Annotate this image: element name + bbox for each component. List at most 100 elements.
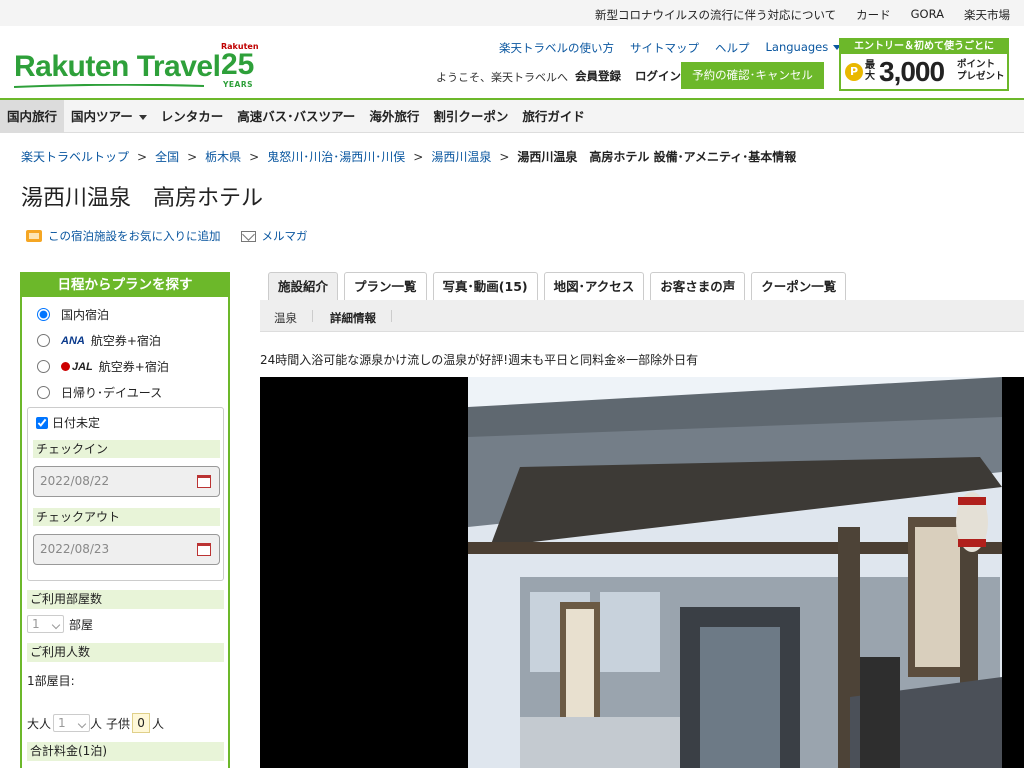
rooms-row: 1 部屋 [27,615,93,633]
breadcrumb-item-top[interactable]: 楽天トラベルトップ [21,150,129,164]
howto-link[interactable]: 楽天トラベルの使い方 [499,40,614,56]
nav-rentacar[interactable]: レンタカー [154,100,231,133]
chevron-down-icon [138,115,147,120]
sitemap-link[interactable]: サイトマップ [630,40,699,56]
add-favorite-label: この宿泊施設をお気に入りに追加 [48,229,221,243]
site-logo[interactable]: Rakuten Travel [14,50,221,84]
breadcrumb-item-onsen[interactable]: 湯西川温泉 [431,150,491,164]
checkin-date-value: 2022/08/22 [40,474,110,488]
date-box: 日付未定 チェックイン 2022/08/22 チェックアウト 2022/08/2… [27,407,224,581]
rooms-unit: 部屋 [69,617,94,632]
option-jal-label: 航空券+宿泊 [98,360,169,374]
ana-logo: ANA [61,334,85,347]
tab-facility[interactable]: 施設紹介 [268,272,339,300]
guests-label: ご利用人数 [27,643,224,662]
anniversary-years: YEARS [223,80,254,89]
mailmag-label: メルマガ [261,229,308,243]
logo-swoosh-icon [14,84,204,88]
checkin-date-input[interactable]: 2022/08/22 [33,466,220,497]
help-link[interactable]: ヘルプ [715,40,750,56]
radio-ana[interactable] [37,334,50,347]
nav-domestic-tour[interactable]: 国内ツアー [64,100,154,133]
breadcrumb-sep: > [249,150,260,164]
promo-text-line2: プレゼント [957,71,1005,82]
nav-domestic[interactable]: 国内旅行 [0,100,65,133]
anniversary-logo: Rakuten 25 YEARS [221,42,259,90]
promo-amount: 3,000 [879,56,945,87]
page-title: 湯西川温泉 高房ホテル [21,186,264,211]
radio-day-use[interactable] [37,386,50,399]
promo-max: 最大 [865,60,875,82]
calendar-icon[interactable] [197,543,211,556]
sub-tabs: 温泉 詳細情報 [260,300,1024,332]
rooms-select[interactable]: 1 [27,615,64,633]
site-header: Rakuten Travel Rakuten 25 YEARS 楽天トラベルの使… [0,26,1024,98]
date-undecided-checkbox[interactable]: 日付未定 [36,414,100,431]
hotel-lead-text: 24時間入浴可能な源泉かけ流しの温泉が好評!週末も平日と同料金※一部除外日有 [260,353,699,367]
breadcrumb-item-national[interactable]: 全国 [155,150,179,164]
breadcrumb-item-tochigi[interactable]: 栃木県 [205,150,241,164]
option-day-use[interactable]: 日帰り･デイユース [37,384,162,401]
main-nav: 国内旅行 国内ツアー レンタカー 高速バス･バスツアー 海外旅行 割引クーポン … [0,98,1024,133]
subtab-onsen[interactable]: 温泉 [274,310,297,326]
guests-row: 大人 1 人 子供 0 人 [27,713,164,733]
utility-link-covid[interactable]: 新型コロナウイルスの流行に伴う対応について [595,7,836,23]
option-ana[interactable]: ANA 航空券+宿泊 [37,332,161,349]
checkout-date-value: 2022/08/23 [40,542,110,556]
option-jal[interactable]: JAL 航空券+宿泊 [37,358,169,375]
tab-plans[interactable]: プラン一覧 [344,272,427,300]
hotel-actions: この宿泊施設をお気に入りに追加 メルマガ [26,228,308,244]
tab-coupons[interactable]: クーポン一覧 [751,272,847,300]
nav-domestic-tour-label: 国内ツアー [71,109,133,124]
nav-bus[interactable]: 高速バス･バスツアー [230,100,362,133]
member-links: 会員登録 ログイン [575,68,681,84]
register-link[interactable]: 会員登録 [575,68,621,84]
promo-text: ポイント プレゼント [957,59,1005,83]
option-day-use-label: 日帰り･デイユース [61,386,163,400]
points-promo-banner[interactable]: エントリー＆初めて使うごとに P 最大 3,000 ポイント プレゼント [839,38,1009,91]
tab-map[interactable]: 地図･アクセス [543,272,645,300]
nav-coupon[interactable]: 割引クーポン [426,100,515,133]
login-link[interactable]: ログイン [635,68,681,84]
utility-link-card[interactable]: カード [856,7,891,23]
radio-jal[interactable] [37,360,50,373]
reservation-check-button[interactable]: 予約の確認･キャンセル [681,62,824,89]
utility-links: 新型コロナウイルスの流行に伴う対応について カード GORA 楽天市場 [595,7,1010,23]
hotel-photo[interactable] [260,377,1024,768]
rooms-label: ご利用部屋数 [27,590,224,609]
utility-bar: 新型コロナウイルスの流行に伴う対応について カード GORA 楽天市場 [0,0,1024,26]
tab-reviews[interactable]: お客さまの声 [650,272,746,300]
date-undecided-input[interactable] [36,416,48,429]
utility-link-gora[interactable]: GORA [911,7,944,23]
subtab-divider [391,310,392,322]
breadcrumb-sep: > [137,150,148,164]
nav-overseas[interactable]: 海外旅行 [362,100,426,133]
utility-link-ichiba[interactable]: 楽天市場 [964,7,1010,23]
checkout-date-input[interactable]: 2022/08/23 [33,534,220,565]
radio-domestic[interactable] [37,308,50,321]
checkin-label: チェックイン [33,440,220,458]
tab-photos[interactable]: 写真･動画(15) [432,272,538,300]
hotel-entrance-image [468,377,1002,768]
calendar-icon[interactable] [197,475,211,488]
child-label: 子供 [106,716,131,731]
add-favorite-link[interactable]: この宿泊施設をお気に入りに追加 [26,228,221,244]
date-undecided-label: 日付未定 [52,416,101,430]
breadcrumb: 楽天トラベルトップ > 全国 > 栃木県 > 鬼怒川･川治･湯西川･川俣 > 湯西川温泉 > 湯西川… [21,148,796,165]
breadcrumb-current: 湯西川温泉 高房ホテル 設備･アメニティ･基本情報 [517,150,797,164]
breadcrumb-item-area[interactable]: 鬼怒川･川治･湯西川･川俣 [267,150,405,164]
option-domestic[interactable]: 国内宿泊 [37,306,109,323]
plan-search-sidebar: 日程からプランを探す 国内宿泊 ANA 航空券+宿泊 JAL 航空券+宿泊 日帰り･… [20,272,230,768]
jal-crane-icon [61,362,70,371]
child-input[interactable]: 0 [132,713,151,733]
breadcrumb-sep: > [413,150,424,164]
promo-top-text: エントリー＆初めて使うごとに [841,40,1007,54]
subtab-details[interactable]: 詳細情報 [330,310,376,326]
mailmag-link[interactable]: メルマガ [240,228,308,244]
adult-select[interactable]: 1 [53,714,91,732]
room1-label: 1部屋目: [27,674,75,688]
languages-dropdown[interactable]: Languages [766,40,842,56]
favorite-folder-icon [26,230,42,242]
nav-guide[interactable]: 旅行ガイド [515,100,592,133]
child-unit: 人 [152,716,165,731]
